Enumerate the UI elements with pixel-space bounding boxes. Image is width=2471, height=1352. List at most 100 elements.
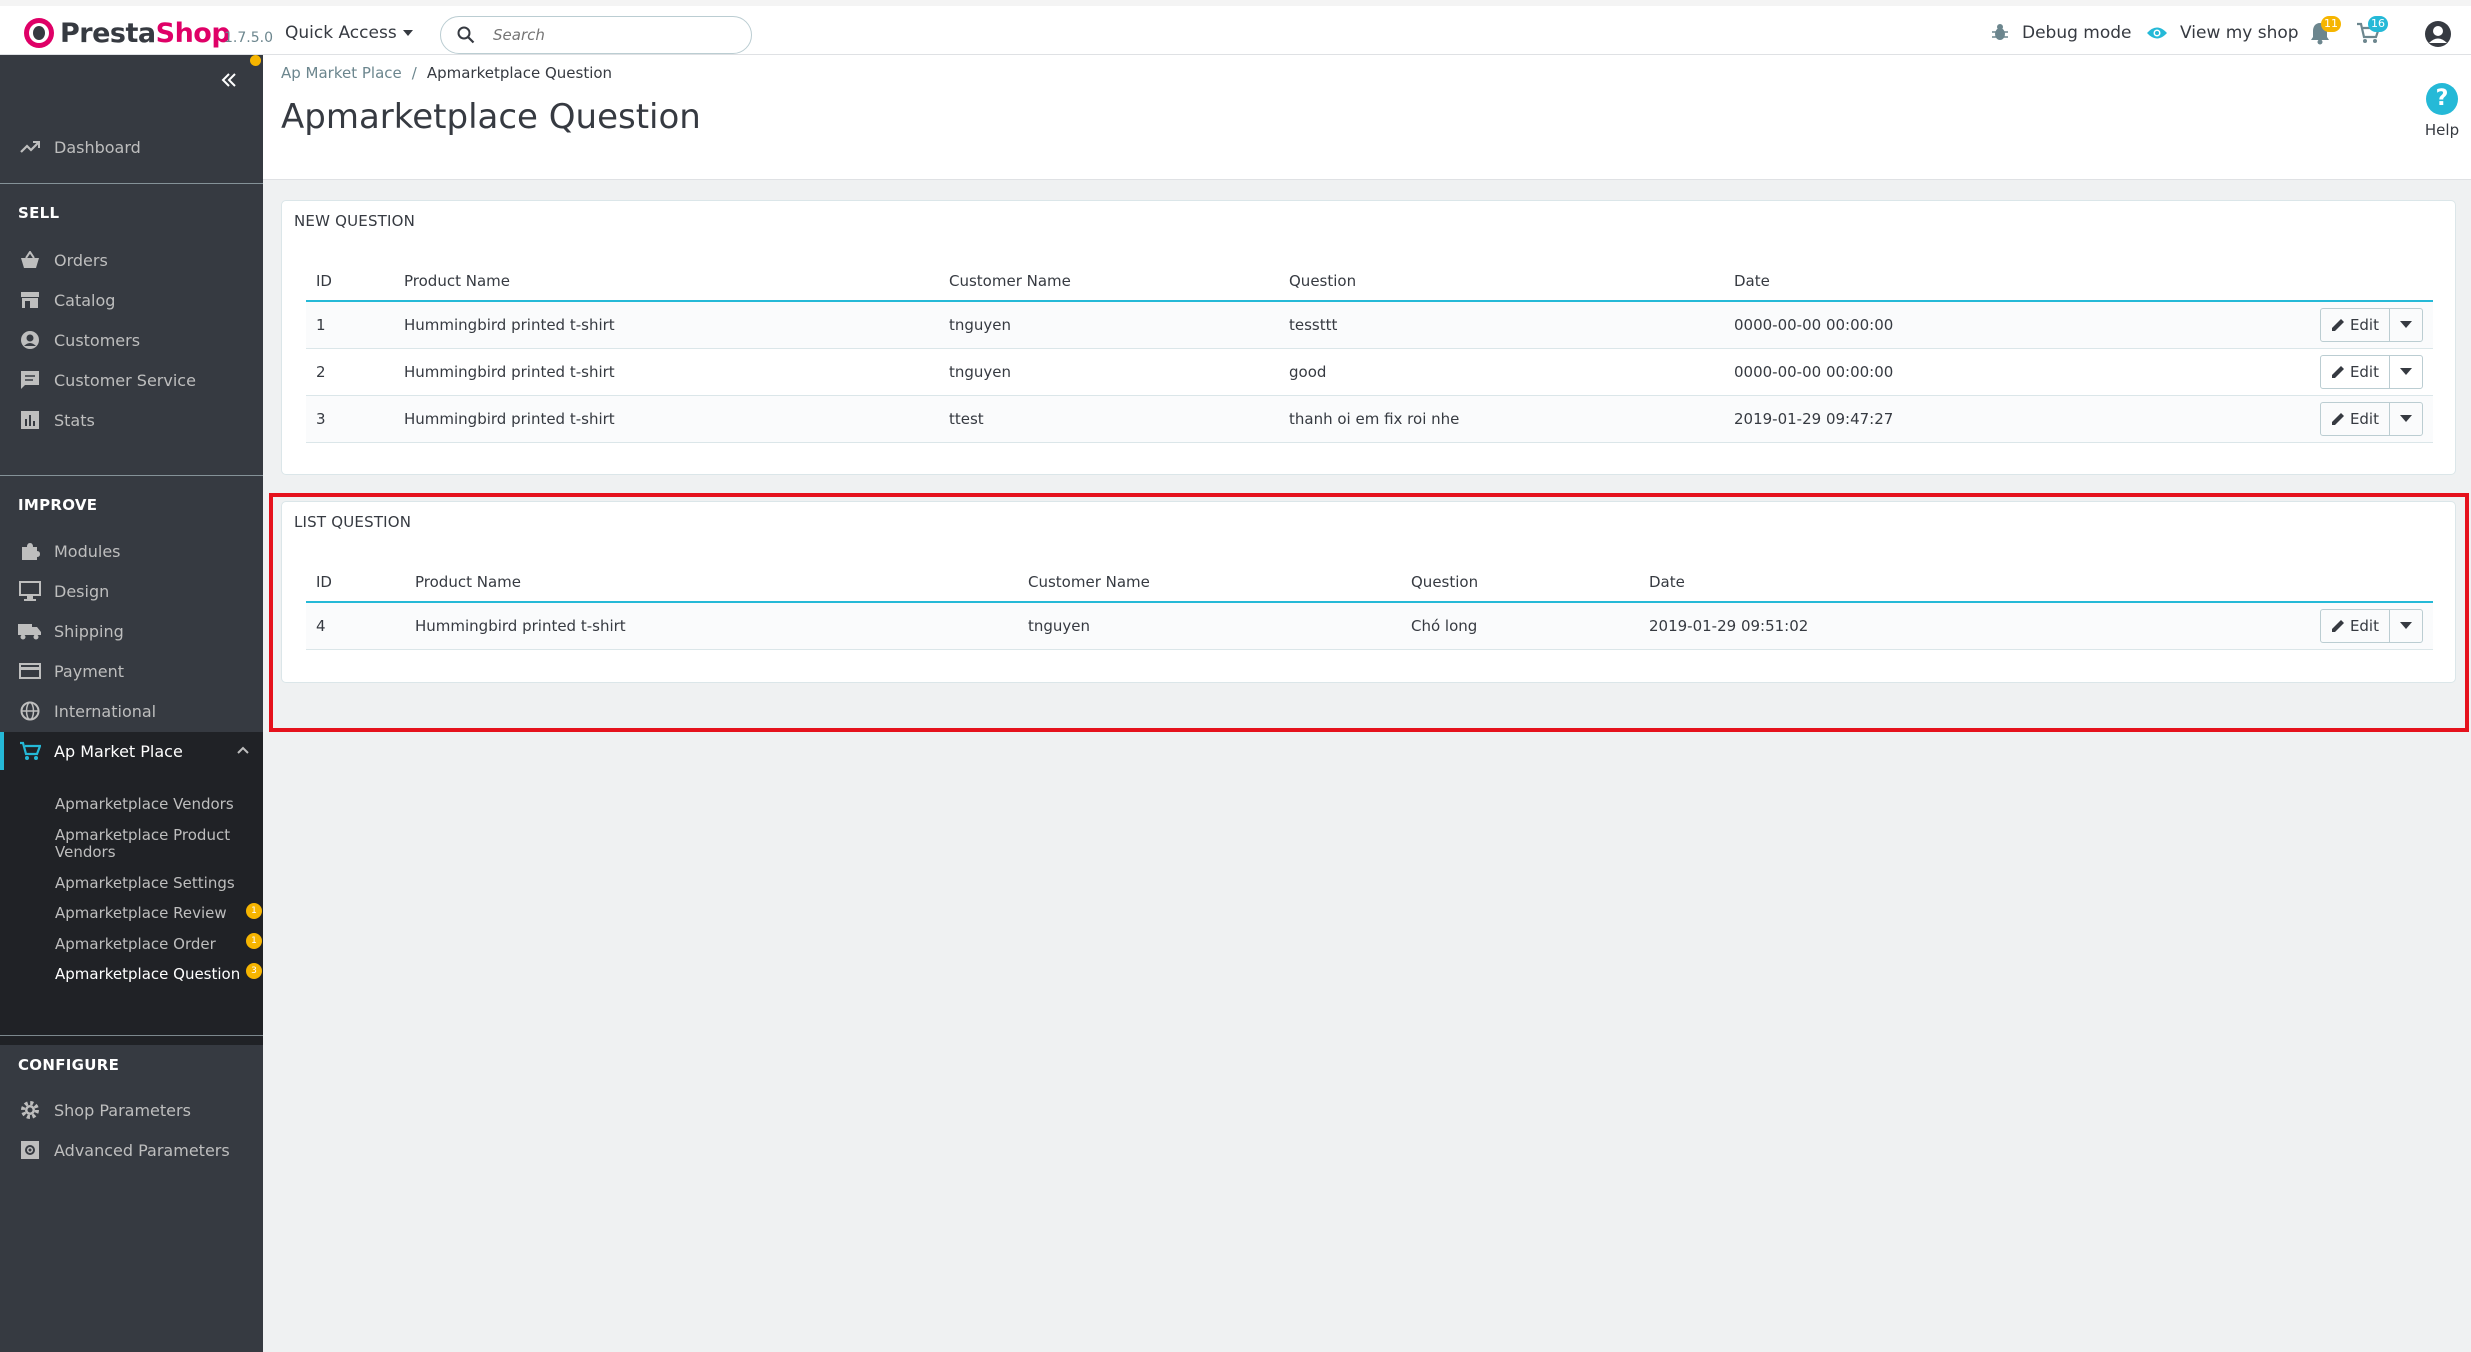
column-header-date[interactable]: Date — [1724, 261, 2054, 302]
column-header-id[interactable]: ID — [306, 261, 394, 302]
submenu-item-order[interactable]: Apmarketplace Order — [55, 936, 245, 953]
cell-product: Hummingbird printed t-shirt — [394, 348, 939, 396]
submenu-item-product-vendors[interactable]: Apmarketplace Product Vendors — [55, 827, 245, 861]
column-header-actions — [2054, 261, 2433, 302]
chevron-down-icon — [402, 30, 413, 36]
search-box[interactable] — [440, 16, 752, 54]
sidebar-item-customer-service[interactable]: Customer Service — [0, 361, 263, 399]
sidebar-item-stats[interactable]: Stats — [0, 401, 263, 439]
sidebar-item-design[interactable]: Design — [0, 572, 263, 610]
cell-actions: Edit — [2054, 348, 2433, 396]
cell-customer: tnguyen — [939, 348, 1279, 396]
row-actions: Edit — [2319, 307, 2423, 342]
desktop-icon — [18, 579, 42, 603]
sidebar-item-advanced-parameters[interactable]: Advanced Parameters — [0, 1131, 263, 1169]
sidebar-item-ap-market-place[interactable]: Ap Market Place — [0, 732, 263, 770]
truck-icon — [18, 619, 42, 643]
cart-badge: 16 — [2368, 16, 2388, 32]
panel-title: NEW QUESTION — [294, 212, 416, 230]
page-header: Ap Market Place / Apmarketplace Question A… — [263, 55, 2471, 180]
edit-button[interactable]: Edit — [2321, 355, 2390, 388]
view-shop-link[interactable]: View my shop — [2146, 23, 2299, 43]
cell-customer: ttest — [939, 395, 1279, 443]
column-header-question[interactable]: Question — [1279, 261, 1724, 302]
puzzle-icon — [18, 539, 42, 563]
review-badge: 1 — [246, 903, 262, 919]
sidebar-item-label: Design — [54, 581, 110, 601]
edit-label: Edit — [2349, 409, 2379, 428]
sidebar-item-label: International — [54, 701, 157, 721]
collapse-sidebar-icon[interactable] — [218, 69, 240, 91]
sidebar-item-international[interactable]: International — [0, 692, 263, 730]
new-question-panel: NEW QUESTION ID Product Name Customer Na… — [281, 200, 2456, 475]
divider — [0, 475, 263, 476]
collapse-notification-dot — [250, 55, 261, 66]
caret-down-icon — [2400, 415, 2412, 422]
prestashop-logo[interactable]: PrestaShop — [24, 14, 231, 52]
basket-icon — [18, 248, 42, 272]
column-header-customer[interactable]: Customer Name — [939, 261, 1279, 302]
account-circle-icon — [18, 328, 42, 352]
breadcrumb-parent-link[interactable]: Ap Market Place — [281, 64, 402, 82]
row-actions-dropdown-button[interactable] — [2390, 403, 2422, 435]
sidebar-item-customers[interactable]: Customers — [0, 321, 263, 359]
sidebar-item-shop-parameters[interactable]: Shop Parameters — [0, 1091, 263, 1129]
cell-actions: Edit — [2054, 395, 2433, 443]
chat-icon — [18, 368, 42, 392]
help-button[interactable]: ? Help — [2418, 83, 2466, 139]
cell-product: Hummingbird printed t-shirt — [394, 301, 939, 349]
debug-mode-link[interactable]: Debug mode — [1990, 23, 2132, 43]
cell-id: 2 — [306, 348, 394, 396]
sidebar-item-label: Catalog — [54, 290, 116, 310]
user-avatar-icon[interactable] — [2424, 20, 2452, 48]
cell-question: tessttt — [1279, 301, 1724, 349]
breadcrumb: Ap Market Place / Apmarketplace Question — [281, 64, 612, 82]
row-actions-dropdown-button[interactable] — [2390, 356, 2422, 388]
cart-notifications-button[interactable]: 16 — [2356, 16, 2388, 47]
version-label: 1.7.5.0 — [224, 30, 273, 46]
table-row[interactable]: 3 Hummingbird printed t-shirt ttest than… — [306, 395, 2433, 443]
page-title: Apmarketplace Question — [281, 97, 701, 137]
eye-icon — [2147, 27, 2167, 39]
edit-button[interactable]: Edit — [2321, 308, 2390, 341]
section-title-improve: IMPROVE — [18, 496, 98, 514]
question-badge: 3 — [246, 963, 262, 979]
submenu-item-vendors[interactable]: Apmarketplace Vendors — [55, 796, 245, 813]
section-title-sell: SELL — [18, 204, 60, 222]
sidebar-item-orders[interactable]: Orders — [0, 241, 263, 279]
cell-date: 0000-00-00 00:00:00 — [1724, 301, 2054, 349]
edit-label: Edit — [2349, 315, 2379, 334]
submenu-item-review[interactable]: Apmarketplace Review — [55, 905, 245, 922]
sidebar-item-modules[interactable]: Modules — [0, 532, 263, 570]
table-row[interactable]: 2 Hummingbird printed t-shirt tnguyen go… — [306, 348, 2433, 396]
row-actions: Edit — [2319, 354, 2423, 389]
sidebar-item-catalog[interactable]: Catalog — [0, 281, 263, 319]
row-actions-dropdown-button[interactable] — [2390, 309, 2422, 341]
sidebar-item-label: Shop Parameters — [54, 1100, 191, 1120]
search-input[interactable] — [493, 23, 743, 47]
table-row[interactable]: 1 Hummingbird printed t-shirt tnguyen te… — [306, 301, 2433, 349]
sidebar-item-label: Ap Market Place — [54, 741, 183, 761]
quick-access-dropdown[interactable]: Quick Access — [285, 23, 413, 43]
logo-text: PrestaShop — [60, 17, 231, 49]
breadcrumb-separator: / — [411, 64, 417, 82]
cell-actions: Edit — [2054, 301, 2433, 349]
settings-box-icon — [18, 1138, 42, 1162]
sidebar-item-payment[interactable]: Payment — [0, 652, 263, 690]
view-shop-label: View my shop — [2180, 23, 2299, 43]
sidebar-item-label: Modules — [54, 541, 121, 561]
prestashop-logo-icon — [24, 18, 54, 48]
notifications-button[interactable]: 11 — [2309, 16, 2341, 47]
column-header-product[interactable]: Product Name — [394, 261, 939, 302]
sidebar-item-label: Shipping — [54, 621, 124, 641]
submenu-item-question[interactable]: Apmarketplace Question — [55, 966, 245, 983]
submenu-item-settings[interactable]: Apmarketplace Settings — [55, 875, 245, 892]
edit-button[interactable]: Edit — [2321, 402, 2390, 435]
sidebar-item-dashboard[interactable]: Dashboard — [0, 128, 263, 166]
sidebar-item-label: Stats — [54, 410, 95, 430]
cell-date: 2019-01-29 09:47:27 — [1724, 395, 2054, 443]
section-title-configure: CONFIGURE — [18, 1056, 120, 1074]
cell-customer: tnguyen — [939, 301, 1279, 349]
cell-date: 0000-00-00 00:00:00 — [1724, 348, 2054, 396]
sidebar-item-shipping[interactable]: Shipping — [0, 612, 263, 650]
